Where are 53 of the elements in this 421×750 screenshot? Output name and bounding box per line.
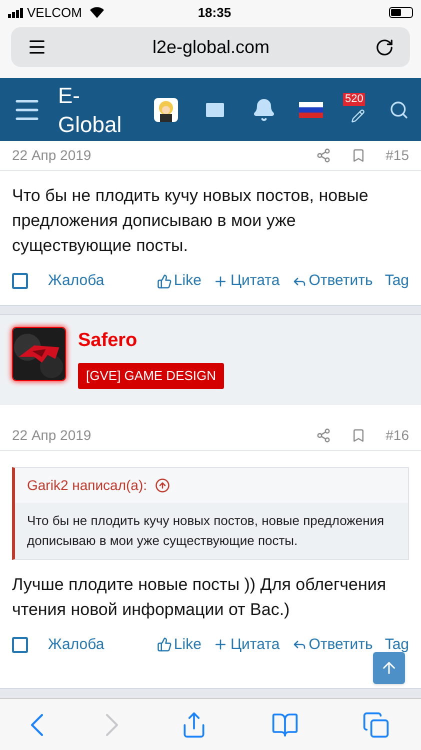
- tabs-icon: [362, 710, 390, 738]
- select-checkbox[interactable]: [12, 273, 28, 290]
- bookmarks-button[interactable]: [271, 710, 300, 738]
- carrier-name: VELCOM: [27, 4, 82, 22]
- user-title: [GVE] GAME DESIGN: [78, 363, 224, 388]
- quote-attribution[interactable]: Garik2 написал(а):: [27, 474, 147, 496]
- tag-link[interactable]: Tag: [384, 270, 409, 292]
- bookmark-icon[interactable]: [350, 148, 366, 163]
- pencil-icon[interactable]: [351, 108, 365, 122]
- forward-icon: [106, 714, 118, 736]
- address-bar[interactable]: l2e-global.com: [11, 27, 410, 67]
- reload-icon[interactable]: [375, 38, 394, 56]
- quote-text: Что бы не плодить кучу новых постов, новые предложения дописываю в мои уже существующие посты.: [15, 502, 408, 558]
- share-icon[interactable]: [316, 428, 331, 442]
- like-link[interactable]: Like: [156, 634, 202, 656]
- select-checkbox[interactable]: [12, 636, 28, 653]
- post-date: 22 Апр 2019: [12, 146, 92, 165]
- plus-icon: [213, 637, 228, 652]
- thumbs-up-icon: [156, 274, 172, 289]
- post-number[interactable]: #15: [386, 145, 409, 166]
- author-name[interactable]: Safero: [78, 326, 138, 355]
- signal-icon: [8, 8, 23, 18]
- reply-link[interactable]: Ответить: [292, 270, 373, 292]
- plus-icon: [213, 274, 228, 289]
- report-link[interactable]: Жалоба: [48, 270, 104, 292]
- bookmark-icon[interactable]: [350, 428, 366, 442]
- report-link[interactable]: Жалоба: [48, 634, 104, 656]
- bookmarks-icon: [271, 710, 300, 738]
- status-time: 18:35: [196, 4, 232, 22]
- back-button[interactable]: [31, 714, 44, 736]
- share-icon[interactable]: [316, 148, 331, 163]
- post-number[interactable]: #16: [386, 424, 409, 446]
- url-text: l2e-global.com: [151, 36, 271, 59]
- post-text: Что бы не плодить кучу новых постов, новые предложения дописываю в мои уже существующие посты.: [11, 185, 370, 257]
- tabs-button[interactable]: [362, 710, 390, 738]
- post-text: Лучше плодите новые посты )) Для облегчения чтения новой информации от Вас.): [11, 574, 388, 620]
- search-icon[interactable]: [389, 100, 409, 120]
- tag-link[interactable]: Tag: [384, 634, 409, 656]
- back-icon: [31, 714, 44, 736]
- battery-icon: [389, 7, 413, 18]
- count-badge: 520: [343, 92, 366, 106]
- flag-icon[interactable]: [299, 102, 323, 118]
- bell-icon[interactable]: [252, 98, 276, 122]
- wifi-icon: [90, 7, 104, 18]
- thumbs-up-icon: [156, 637, 172, 652]
- quote-link[interactable]: Цитата: [213, 270, 280, 292]
- arrow-up-icon[interactable]: [155, 478, 170, 492]
- site-logo[interactable]: E- Global: [58, 80, 122, 138]
- reply-link[interactable]: Ответить: [292, 634, 373, 656]
- post-date: 22 Апр 2019: [12, 426, 92, 445]
- quote-link[interactable]: Цитата: [213, 634, 280, 656]
- scroll-top-button[interactable]: [373, 652, 405, 684]
- like-link[interactable]: Like: [156, 270, 202, 292]
